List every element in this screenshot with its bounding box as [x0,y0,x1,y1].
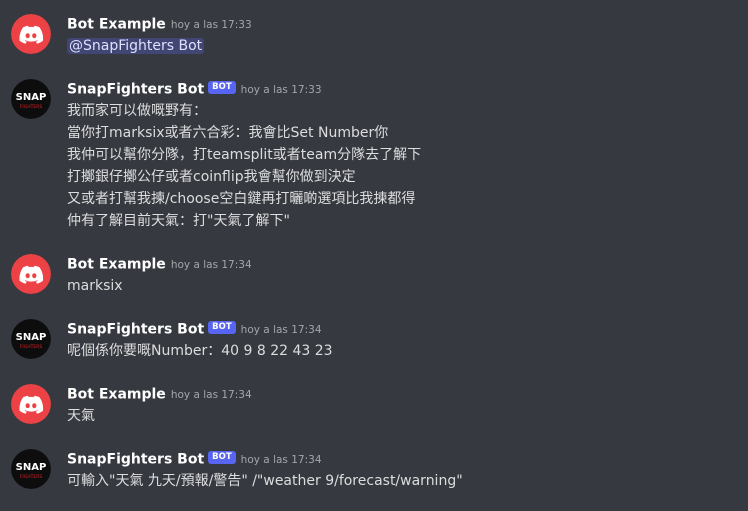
message-line: 仲有了解目前天氣：打"天氣了解下" [67,213,290,229]
chat-message-list: Bot Example hoy a las 17:33 @SnapFighters… [0,0,748,511]
bot-badge: BOT [208,321,236,334]
timestamp: hoy a las 17:33 [240,83,322,96]
username[interactable]: Bot Example [67,257,166,273]
message-line: 我而家可以做嘅野有： [67,103,207,119]
discord-avatar-icon[interactable] [11,384,51,424]
snap-logo-text: SNAP [16,92,47,103]
timestamp: hoy a las 17:34 [240,323,322,336]
discord-avatar-icon[interactable] [11,14,51,54]
message-header: Bot Example hoy a las 17:34 [67,384,252,404]
timestamp: hoy a las 17:33 [170,18,252,31]
snap-logo-text: SNAP [16,462,47,473]
message: SNAP FIGHTERS SnapFighters Bot BOT hoy a l… [0,319,748,369]
snap-logo-subtext: FIGHTERS [20,474,43,480]
message-header: Bot Example hoy a las 17:34 [67,254,252,274]
message-content: 天氣 [67,405,95,427]
message-header: SnapFighters Bot BOT hoy a las 17:33 [67,79,322,99]
username[interactable]: Bot Example [67,387,166,403]
message-header: Bot Example hoy a las 17:33 [67,14,252,34]
username[interactable]: SnapFighters Bot [67,82,204,98]
message-line: 天氣 [67,408,95,424]
message-header: SnapFighters Bot BOT hoy a las 17:34 [67,319,322,339]
message-line: 打擲銀仔擲公仔或者coinflip我會幫你做到決定 [67,169,356,185]
message-content: @SnapFighters Bot [67,35,205,57]
discord-avatar-icon[interactable] [11,254,51,294]
message: SNAP FIGHTERS SnapFighters Bot BOT hoy a l… [0,79,748,229]
snap-logo-text: SNAP [16,332,47,343]
message: Bot Example hoy a las 17:34 marksix [0,254,748,304]
message-line: 可輸入"天氣 九天/預報/警告" /"weather 9/forecast/wa… [67,473,463,489]
message-line: 當你打marksix或者六合彩：我會比Set Number你 [67,125,389,141]
message-content: marksix [67,275,123,297]
snap-logo-subtext: FIGHTERS [20,344,43,350]
message: Bot Example hoy a las 17:33 @SnapFighters… [0,14,748,64]
message-line: 呢個係你要嘅Number：40 9 8 22 43 23 [67,343,333,359]
bot-badge: BOT [208,81,236,94]
message-content: 可輸入"天氣 九天/預報/警告" /"weather 9/forecast/wa… [67,470,463,492]
message: SNAP FIGHTERS SnapFighters Bot BOT hoy a l… [0,449,748,499]
message: Bot Example hoy a las 17:34 天氣 [0,384,748,434]
message-line: marksix [67,278,123,294]
username[interactable]: Bot Example [67,17,166,33]
username[interactable]: SnapFighters Bot [67,452,204,468]
timestamp: hoy a las 17:34 [240,453,322,466]
message-content: 我而家可以做嘅野有： 當你打marksix或者六合彩：我會比Set Number… [67,100,421,232]
message-line: 我仲可以幫你分隊，打teamsplit或者team分隊去了解下 [67,147,422,163]
snapfighters-avatar-icon[interactable]: SNAP FIGHTERS [11,319,51,359]
message-header: SnapFighters Bot BOT hoy a las 17:34 [67,449,322,469]
snapfighters-avatar-icon[interactable]: SNAP FIGHTERS [11,449,51,489]
message-content: 呢個係你要嘅Number：40 9 8 22 43 23 [67,340,333,362]
user-mention[interactable]: @SnapFighters Bot [67,38,205,54]
timestamp: hoy a las 17:34 [170,258,252,271]
message-line: 又或者打幫我揀/choose空白鍵再打曬啲選項比我揀都得 [67,191,416,207]
snapfighters-avatar-icon[interactable]: SNAP FIGHTERS [11,79,51,119]
timestamp: hoy a las 17:34 [170,388,252,401]
username[interactable]: SnapFighters Bot [67,322,204,338]
bot-badge: BOT [208,451,236,464]
snap-logo-subtext: FIGHTERS [20,104,43,110]
